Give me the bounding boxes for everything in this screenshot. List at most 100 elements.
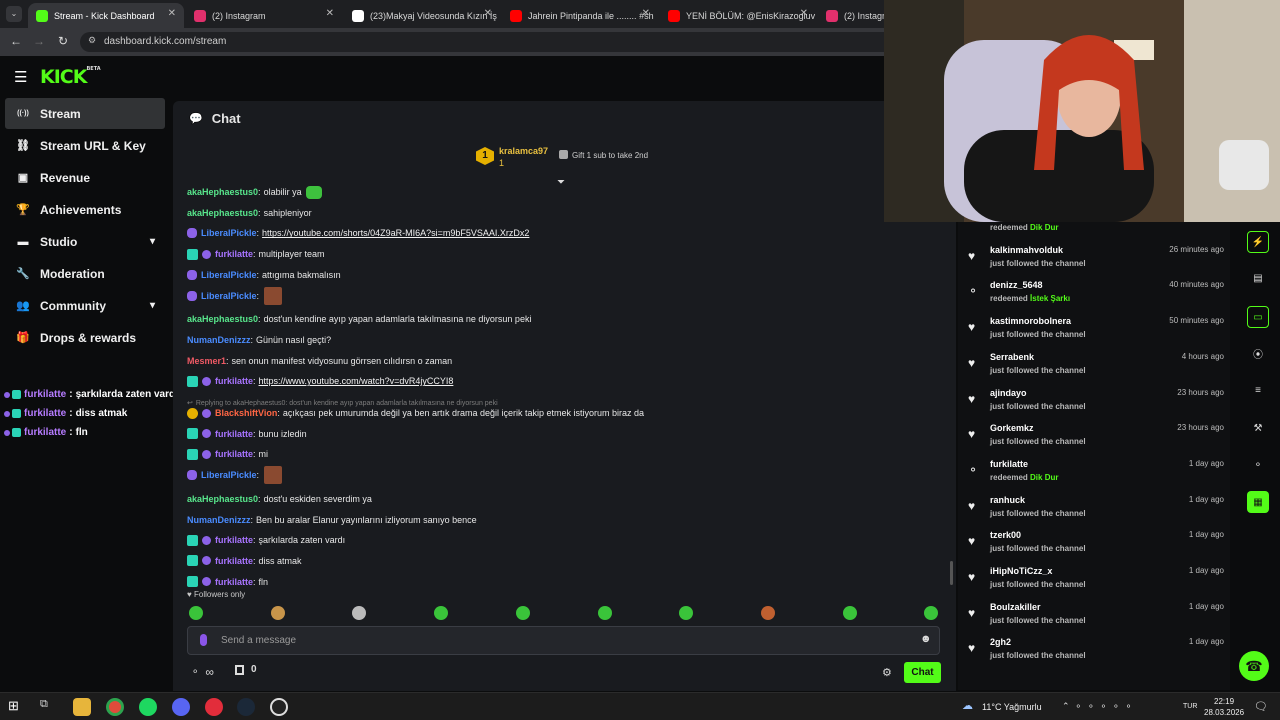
support-chat-icon[interactable]: ☎	[1239, 651, 1269, 681]
site-info-icon[interactable]: ⚙	[88, 35, 96, 46]
chat-settings-icon[interactable]: ⚙	[882, 666, 892, 679]
chat-username[interactable]: furkilatte	[215, 535, 253, 545]
notification-icon[interactable]: 🗨	[1254, 700, 1268, 713]
chat-scrollbar[interactable]	[950, 561, 953, 585]
chat-link[interactable]: https://youtube.com/shorts/04Z9aR-MI6A?s…	[262, 228, 529, 238]
collapse-pin-icon[interactable]: ⏷	[557, 177, 565, 188]
spotify-icon[interactable]	[139, 698, 157, 716]
quick-emote-icon[interactable]	[679, 606, 694, 620]
url-field[interactable]: ⚙ dashboard.kick.com/stream	[80, 32, 900, 52]
chat-username[interactable]: akaHephaestus0	[187, 208, 258, 218]
sidebar-item-stream-url-key[interactable]: ⛓ Stream URL & Key	[5, 130, 165, 161]
channel-points[interactable]: ⚬ ∞	[191, 665, 214, 679]
steam-icon[interactable]	[237, 698, 255, 716]
chat-username[interactable]: furkilatte	[215, 429, 253, 439]
browser-tab[interactable]: (23)Makyaj Videosunda Kızın İş ✕	[344, 3, 500, 28]
activity-item[interactable]: ♥ Serrabenk just followed the channel 4 hou…	[968, 349, 1226, 385]
file-explorer-icon[interactable]	[73, 698, 91, 716]
close-tab-icon[interactable]: ✕	[642, 8, 650, 19]
activity-user[interactable]: iHipNoTiCzz_x	[990, 566, 1052, 576]
sidebar-item-revenue[interactable]: ▣ Revenue	[5, 162, 165, 193]
close-tab-icon[interactable]: ✕	[168, 8, 176, 19]
task-view-icon[interactable]: ⧉	[40, 698, 58, 716]
chat-username[interactable]: akaHephaestus0	[187, 314, 258, 324]
rail-broadcast-icon[interactable]: ⦿	[1247, 342, 1269, 364]
chat-username[interactable]: furkilatte	[215, 449, 253, 459]
activity-user[interactable]: ajindayo	[990, 388, 1027, 398]
activity-item[interactable]: ♥ Gorkemkz just followed the channel 23 hou…	[968, 420, 1226, 456]
chat-username[interactable]: NumanDenizzz	[187, 515, 251, 525]
close-tab-icon[interactable]: ✕	[326, 8, 334, 19]
gift-counter[interactable]: 0	[235, 664, 257, 675]
activity-user[interactable]: kastimnorobolnera	[990, 316, 1071, 326]
language-indicator[interactable]: TUR	[1183, 703, 1197, 710]
sidebar-item-drops-rewards[interactable]: 🎁 Drops & rewards	[5, 322, 165, 353]
rail-mod-icon[interactable]: ⚒	[1247, 417, 1269, 439]
activity-user[interactable]: kalkinmahvolduk	[990, 245, 1063, 255]
rail-stats-icon[interactable]: ≡	[1247, 379, 1269, 401]
chat-username[interactable]: furkilatte	[215, 577, 253, 587]
quick-emote-icon[interactable]	[270, 606, 285, 620]
close-tab-icon[interactable]: ✕	[800, 8, 808, 19]
activity-item[interactable]: ♥ iHipNoTiCzz_x just followed the channel 1…	[968, 563, 1226, 599]
browser-tab[interactable]: YENİ BÖLÜM: @EnisKirazogluv ✕	[660, 3, 816, 28]
chat-username[interactable]: LiberalPickle	[201, 270, 257, 280]
browser-tab[interactable]: Jahrein Pintipanda ile ........ #sh ✕	[502, 3, 658, 28]
chat-username[interactable]: LiberalPickle	[201, 228, 257, 238]
activity-item[interactable]: ♥ ajindayo just followed the channel 23 hou…	[968, 385, 1226, 421]
kick-logo[interactable]: KICKBETA	[40, 66, 101, 88]
activity-user[interactable]: Serrabenk	[990, 352, 1034, 362]
chat-username[interactable]: NumanDenizzz	[187, 335, 251, 345]
chat-username[interactable]: LiberalPickle	[201, 291, 257, 301]
chat-username[interactable]: akaHephaestus0	[187, 494, 258, 504]
activity-item[interactable]: ♥ kalkinmahvolduk just followed the channe…	[968, 242, 1226, 278]
sidebar-item-moderation[interactable]: 🔧 Moderation	[5, 258, 165, 289]
emoji-picker-icon[interactable]: ☻	[920, 633, 932, 645]
obs-icon[interactable]	[270, 698, 288, 716]
activity-item[interactable]: ♥ ranhuck just followed the channel 1 day a…	[968, 492, 1226, 528]
reload-icon[interactable]: ↻	[58, 34, 68, 48]
browser-tab[interactable]: Stream - Kick Dashboard ✕	[28, 3, 184, 28]
browser-tab[interactable]: (2) Instagram	[818, 3, 884, 28]
rail-quick-actions-icon[interactable]: ⚡	[1247, 231, 1269, 253]
clock-time[interactable]: 22:19	[1214, 697, 1234, 706]
forward-icon[interactable]: →	[33, 34, 45, 48]
sidebar-item-stream[interactable]: ((·)) Stream	[5, 98, 165, 129]
activity-item[interactable]: ♥ Boulzakiller just followed the channel 1 …	[968, 599, 1226, 635]
menu-icon[interactable]: ☰	[14, 68, 27, 86]
weather-text[interactable]: 11°C Yağmurlu	[982, 702, 1042, 712]
activity-item[interactable]: ♥ tzerk00 just followed the channel 1 day a…	[968, 527, 1226, 563]
gifter-name[interactable]: kralamca97	[499, 146, 548, 156]
browser-tab[interactable]: (2) Instagram ✕	[186, 3, 342, 28]
start-icon[interactable]: ⊞	[8, 698, 26, 716]
gift-cta[interactable]: Gift 1 sub to take 2nd	[572, 151, 648, 160]
activity-item[interactable]: ♥ kastimnorobolnera just followed the chan…	[968, 313, 1226, 349]
chat-username[interactable]: akaHephaestus0	[187, 187, 258, 197]
chat-link[interactable]: https://www.youtube.com/watch?v=dvR4jyCC…	[259, 376, 454, 386]
quick-emote-icon[interactable]	[352, 606, 367, 620]
chrome-icon[interactable]	[106, 698, 124, 716]
opera-icon[interactable]	[205, 698, 223, 716]
quick-emote-icon[interactable]	[515, 606, 530, 620]
activity-user[interactable]: Boulzakiller	[990, 602, 1041, 612]
quick-emote-icon[interactable]	[434, 606, 449, 620]
activity-user[interactable]: furkilatte	[990, 459, 1028, 469]
activity-item[interactable]: ⚬ furkilatte redeemed Dik Dur 1 day ago	[968, 456, 1226, 492]
back-icon[interactable]: ←	[10, 34, 22, 48]
chat-input[interactable]: Send a message ☻	[187, 626, 940, 655]
quick-emote-icon[interactable]	[924, 606, 939, 620]
tab-search-button[interactable]: ⌄	[6, 6, 22, 22]
activity-user[interactable]: tzerk00	[990, 530, 1021, 540]
quick-emote-icon[interactable]	[760, 606, 775, 620]
quick-emote-icon[interactable]	[597, 606, 612, 620]
quick-emote-icon[interactable]	[189, 606, 203, 620]
activity-item[interactable]: ⚬ denizz_5648 redeemed İstek Şarkı 40 minut…	[968, 277, 1226, 313]
sidebar-item-achievements[interactable]: 🏆 Achievements	[5, 194, 165, 225]
sidebar-item-studio[interactable]: ▬ Studio ▾	[5, 226, 165, 257]
activity-user[interactable]: Gorkemkz	[990, 423, 1034, 433]
chat-username[interactable]: LiberalPickle	[201, 470, 257, 480]
rail-clips-icon[interactable]: ▦	[1247, 491, 1269, 513]
rail-notes-icon[interactable]: ▤	[1247, 267, 1269, 289]
chat-username[interactable]: furkilatte	[215, 556, 253, 566]
activity-user[interactable]: denizz_5648	[990, 280, 1043, 290]
